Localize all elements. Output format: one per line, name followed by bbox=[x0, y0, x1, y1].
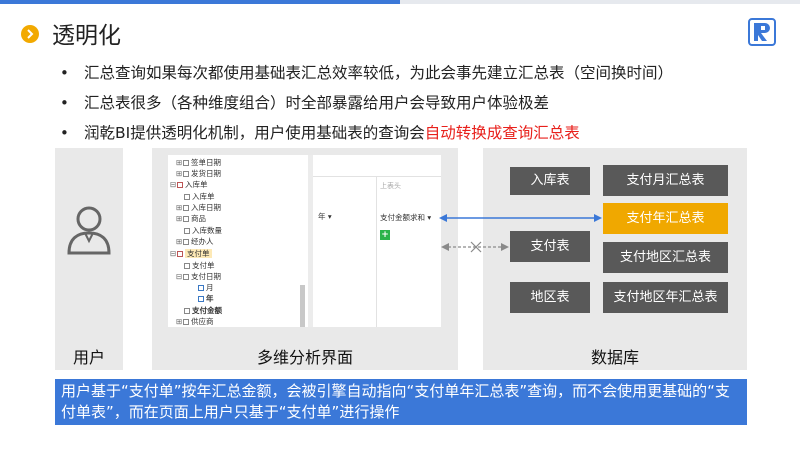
caption-box: 用户基于“支付单”按年汇总金额，会被引擎自动指向“支付单年汇总表”查询，而不会使… bbox=[55, 379, 747, 425]
